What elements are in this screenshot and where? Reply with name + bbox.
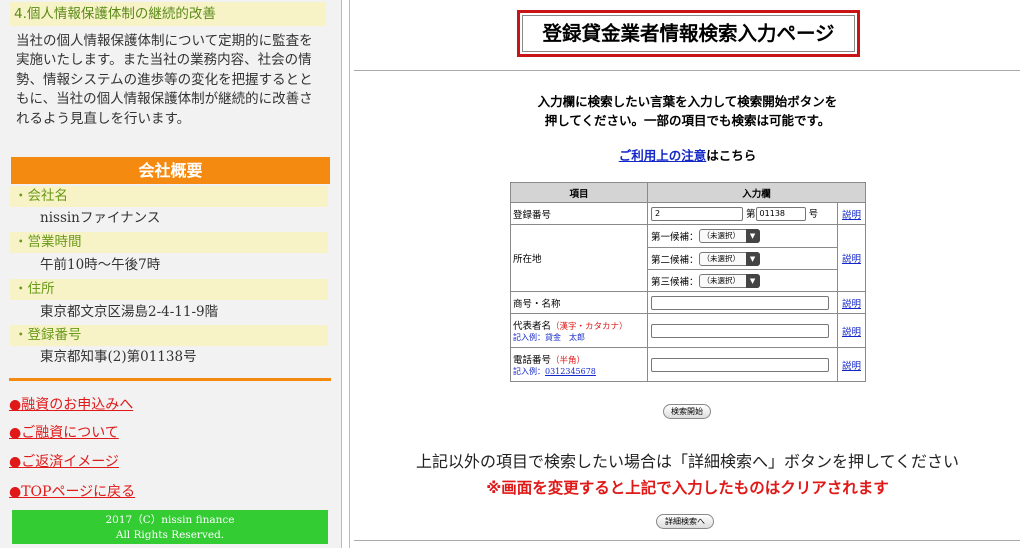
rep-name-label: 代表者名 (513, 321, 552, 332)
trade-name-label: 商号・名称 (511, 292, 647, 313)
copyright-footer: 2017（C）nissin finance All Rights Reserve… (12, 510, 328, 544)
reg-number-prefix: 第 (746, 208, 756, 220)
address-value: 東京都文京区湯島2-4-11-9階 (40, 304, 219, 320)
phone-input-cell (648, 348, 837, 381)
trade-name-input[interactable] (651, 295, 829, 310)
candidate-label: 第三候補： (651, 276, 699, 288)
business-hours-label: ・営業時間 (10, 232, 328, 253)
select-value: （未選択） (702, 231, 741, 240)
location-select-3[interactable]: （未選択） ▼ (698, 273, 760, 288)
company-name-value: nissinファイナンス (40, 210, 161, 226)
reg-number-label: 登録番号 (511, 203, 647, 224)
candidate-label: 第一候補： (651, 232, 699, 243)
page-title-frame: 登録貸金業者情報検索入力ページ (517, 10, 860, 57)
phone-example-prefix: 記入例： (513, 367, 545, 376)
privacy-section-body: 当社の個人情報保護体制について定期的に監査を 実施いたします。また当社の業務内容… (16, 32, 330, 129)
location-candidate-1: 第一候補： （未選択） ▼ (648, 225, 837, 247)
rep-name-input[interactable] (651, 323, 829, 338)
about-loans-link[interactable]: ●ご融資について (9, 422, 119, 442)
business-hours-value: 午前10時〜午後7時 (40, 257, 161, 273)
privacy-line: 当社の個人情報保護体制について定期的に監査を (16, 33, 313, 49)
usage-notice: ご利用上の注意はこちら (350, 145, 1024, 164)
reg-number-suffix: 号 (808, 208, 819, 220)
search-form-table: 項目 入力欄 登録番号 2 第 01138 号 説明 所在地 第一候補： （未選択… (510, 182, 866, 382)
loan-application-link[interactable]: ●融資のお申込みへ (9, 394, 133, 414)
address-label: ・住所 (10, 279, 328, 300)
rep-name-input-cell (648, 314, 837, 347)
rep-name-example: 記入例：貸金 太郎 (513, 333, 585, 342)
rep-name-note: （漢字・カタカナ） (551, 322, 628, 332)
registration-number-value: 東京都知事(2)第01138号 (40, 349, 197, 365)
phone-input[interactable] (651, 357, 829, 372)
phone-label: 電話番号 (513, 355, 552, 366)
candidate-label: 第二候補： (651, 254, 699, 266)
page-title: 登録貸金業者情報検索入力ページ (522, 15, 855, 52)
rights-line: All Rights Reserved. (115, 529, 225, 541)
location-explain-link[interactable]: 説明 (842, 254, 861, 265)
phone-explain-link[interactable]: 説明 (842, 361, 861, 372)
select-value: （未選択） (702, 253, 741, 263)
clear-warning: ※画面を変更すると上記で入力したものはクリアされます (486, 479, 889, 497)
privacy-line: 勢、情報システムの進歩等の変化を把握するとと (16, 71, 313, 88)
top-page-link[interactable]: ●TOPページに戻る (9, 481, 135, 501)
usage-notice-link[interactable]: ご利用上の注意 (619, 148, 707, 163)
rep-name-cell: 代表者名（漢字・カタカナ） 記入例：貸金 太郎 (511, 314, 647, 347)
phone-example-value: 0312345678 (545, 367, 596, 376)
instruction-line-2: 押してください。一部の項目でも検索は可能です。 (544, 113, 831, 128)
privacy-section-heading: 4.個人情報保護体制の継続的改善 (10, 2, 326, 26)
location-select-2[interactable]: （未選択） ▼ (698, 251, 760, 266)
search-form-panel: 登録貸金業者情報検索入力ページ 入力欄に検索したい言葉を入力して検索開始ボタンを… (349, 0, 1024, 548)
top-divider (354, 70, 1020, 71)
location-select-1[interactable]: （未選択） ▼ (698, 229, 760, 243)
trade-name-input-cell (648, 292, 837, 313)
detail-search-instruction: 上記以外の項目で検索したい場合は「詳細検索へ」ボタンを押してください (415, 452, 960, 471)
phone-note: （半角） (551, 356, 586, 366)
instruction-line-1: 入力欄に検索したい言葉を入力して検索開始ボタンを (537, 94, 838, 109)
reg-number-explain-link[interactable]: 説明 (842, 210, 861, 221)
search-start-button[interactable]: 検索開始 (663, 404, 711, 419)
trade-name-explain-link[interactable]: 説明 (842, 299, 861, 310)
privacy-line: れるよう見直しを行います。 (16, 110, 191, 127)
reg-number-input[interactable]: 01138 (755, 207, 806, 222)
privacy-line: 実施いたします。また当社の業務内容、社会の情 (16, 52, 312, 69)
left-sidebar: 4.個人情報保護体制の継続的改善 当社の個人情報保護体制について定期的に監査を … (0, 0, 342, 548)
detail-search-button[interactable]: 詳細検索へ (656, 514, 714, 529)
location-candidate-3: 第三候補： （未選択） ▼ (648, 269, 837, 291)
repayment-image-link[interactable]: ●ご返済イメージ (9, 451, 119, 471)
company-overview-heading: 会社概要 (11, 157, 330, 184)
reg-authority-input[interactable]: 2 (651, 207, 743, 222)
privacy-line: もに、当社の個人情報保護体制が継続的に改善さ (16, 91, 313, 108)
phone-cell: 電話番号（半角） 記入例：0312345678 (511, 348, 647, 381)
dropdown-arrow-icon: ▼ (745, 229, 760, 243)
dropdown-arrow-icon: ▼ (745, 273, 760, 288)
company-name-label: ・会社名 (10, 186, 328, 207)
rep-name-explain-link[interactable]: 説明 (842, 327, 861, 338)
bottom-divider (354, 540, 1020, 541)
location-input-cell: 第一候補： （未選択） ▼ 第二候補： （未選択） ▼ 第三候補： （未選択） ▼ (648, 225, 837, 291)
location-candidate-2: 第二候補： （未選択） ▼ (648, 247, 837, 269)
header-item: 項目 (511, 183, 647, 202)
select-value: （未選択） (702, 275, 741, 285)
section-divider (9, 378, 331, 381)
location-label: 所在地 (511, 225, 647, 291)
header-input: 入力欄 (648, 183, 865, 202)
reg-number-input-cell: 2 第 01138 号 (648, 203, 837, 224)
registration-number-label: ・登録番号 (10, 325, 328, 346)
usage-notice-suffix: はこちら (706, 148, 757, 163)
copyright-line: 2017（C）nissin finance (105, 514, 235, 526)
dropdown-arrow-icon: ▼ (745, 251, 760, 266)
